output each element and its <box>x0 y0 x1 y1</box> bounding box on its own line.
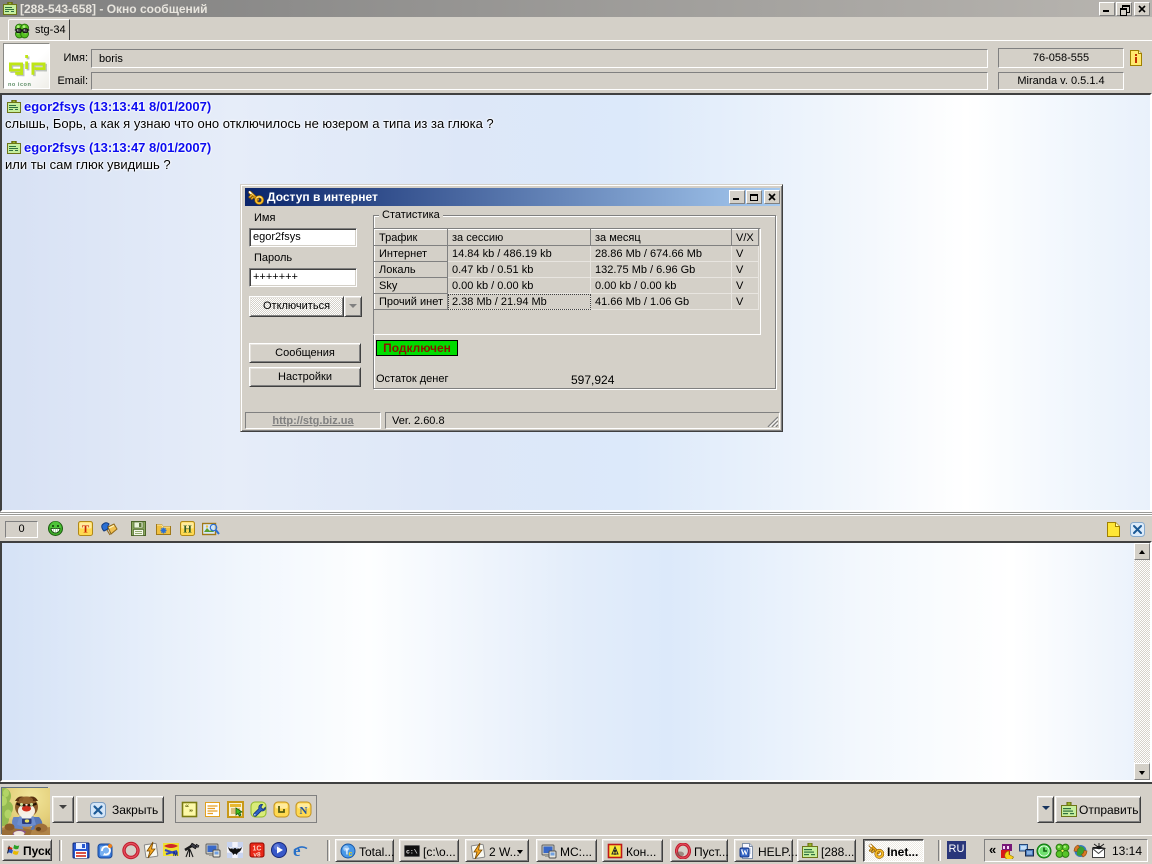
svg-text:T: T <box>82 524 90 536</box>
svg-text:W: W <box>741 848 749 857</box>
svg-text:c:\: c:\ <box>406 849 418 856</box>
svg-text:v8: v8 <box>253 852 261 859</box>
svg-text:H: H <box>183 524 192 536</box>
svg-text:M: M <box>173 852 178 858</box>
svg-text:no icon: no icon <box>8 82 31 88</box>
svg-text:c: c <box>349 851 353 858</box>
svg-text:”: ” <box>189 808 193 817</box>
svg-text:N: N <box>300 805 308 817</box>
